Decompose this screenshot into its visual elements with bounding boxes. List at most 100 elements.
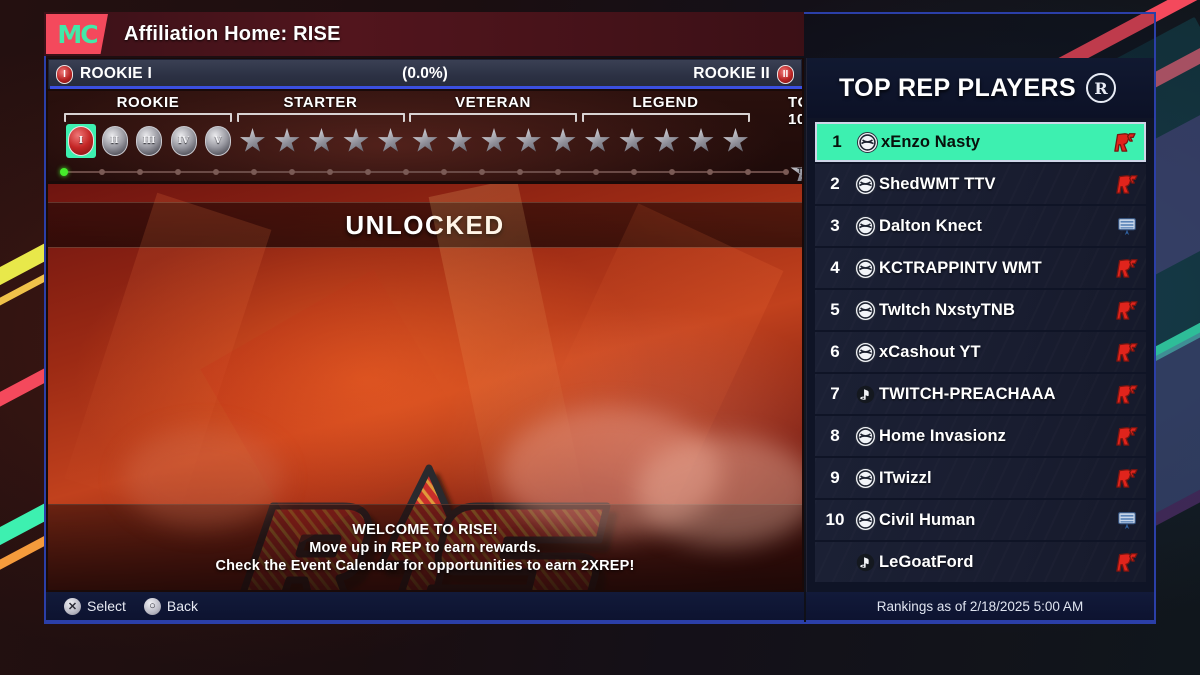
- rank-emblem-icon: [240, 128, 265, 152]
- tier-label-rookie: ROOKIE: [116, 94, 180, 111]
- player-affiliation-icon: [1114, 341, 1138, 363]
- xbox-icon: [857, 469, 874, 487]
- progress-dot: [783, 168, 789, 175]
- rank-badge-12[interactable]: [446, 125, 474, 157]
- player-affiliation-icon: [1114, 173, 1138, 195]
- rise-affiliation-icon: [1116, 175, 1138, 194]
- rank-badge-5[interactable]: V: [204, 125, 232, 157]
- progress-dot: [441, 168, 447, 175]
- top10-badge[interactable]: TOP10: [790, 157, 802, 181]
- xbox-icon: [857, 175, 874, 193]
- playstation-icon: [856, 385, 875, 403]
- leaderboard-row[interactable]: 6 xCashout YT: [815, 332, 1146, 372]
- progress-dot: [630, 168, 637, 175]
- rank-badge-16[interactable]: [584, 125, 612, 157]
- rank-badge-15[interactable]: [549, 125, 577, 157]
- rank-emblem-icon: [516, 128, 541, 152]
- rank-badge-10[interactable]: [377, 125, 405, 157]
- rank-badge-7[interactable]: [273, 125, 301, 157]
- progress-dot: [555, 168, 561, 175]
- leaderboard-row[interactable]: 5 TwItch NxstyTNB: [815, 290, 1146, 330]
- player-affiliation-icon: [1114, 467, 1138, 489]
- player-affiliation-icon: [1112, 131, 1136, 153]
- button-hint-label: Back: [166, 598, 199, 614]
- playstation-icon: [856, 553, 875, 571]
- leaderboard-row[interactable]: 10 Civil Human: [815, 500, 1146, 540]
- leaderboard-row[interactable]: 4 KCTRAPPINTV WMT: [815, 248, 1146, 288]
- player-name: Civil Human: [879, 510, 976, 529]
- xbox-icon: [855, 425, 876, 447]
- rank-badge-icon: [723, 126, 749, 156]
- leaderboard-panel: TOP REP PLAYERS R 1 xEnzo Nasty 2 ShedWMT T…: [806, 58, 1154, 592]
- rise-affiliation-icon: [1116, 469, 1138, 488]
- player-name: Home Invasionz: [879, 426, 1007, 445]
- rep-progress-percent: (0.0%): [402, 65, 448, 82]
- rank-badge-13[interactable]: [480, 125, 508, 157]
- rank-badge-4[interactable]: IV: [170, 125, 198, 157]
- xbox-icon: [857, 343, 874, 361]
- leaderboard-row[interactable]: 1 xEnzo Nasty: [815, 122, 1146, 162]
- rank-badge-icon: [585, 126, 611, 156]
- leaderboard-row[interactable]: LeGoatFord: [815, 542, 1146, 582]
- rank-badge-9[interactable]: [342, 125, 370, 157]
- welcome-line-1: WELCOME TO RISE!: [352, 521, 498, 538]
- progress-dot: [251, 168, 257, 175]
- xbox-icon: [855, 509, 876, 531]
- affiliation-hero-art: UNLOCKED WELCOME TO RISE! Move up in REP…: [48, 184, 802, 590]
- rank-emblem-icon: [550, 128, 576, 152]
- leaderboard-row[interactable]: 8 Home Invasionz: [815, 416, 1146, 456]
- top10-star-icon: TOP10: [790, 157, 802, 181]
- button-hint[interactable]: ✕ Select: [64, 597, 126, 615]
- rank-emblem-icon: [723, 128, 748, 152]
- leaderboard-title: TOP REP PLAYERS: [838, 73, 1077, 102]
- tier-label-starter: STARTER: [283, 94, 358, 111]
- player-affiliation-icon: [1114, 383, 1138, 405]
- xbox-icon: [857, 427, 874, 445]
- rise-affiliation-icon: [1116, 301, 1138, 320]
- progress-rail: [64, 170, 786, 173]
- player-name: Dalton Knect: [879, 216, 982, 235]
- leaderboard-row[interactable]: 7 TWITCH-PREACHAAA: [815, 374, 1146, 414]
- leaderboard-row[interactable]: 3 Dalton Knect: [815, 206, 1146, 246]
- rise-affiliation-icon: [1116, 427, 1138, 446]
- player-rank: 4: [830, 258, 840, 277]
- welcome-line-2: Move up in REP to earn rewards.: [309, 539, 541, 556]
- rank-badge-1[interactable]: I: [66, 124, 96, 158]
- player-rank: 7: [830, 384, 840, 403]
- rank-badge-icon: [481, 126, 507, 156]
- circle-button-icon: ○: [143, 597, 161, 615]
- rank-badge-11[interactable]: [411, 125, 439, 157]
- rank-badge-8[interactable]: [308, 125, 336, 157]
- player-rank: 9: [830, 468, 840, 487]
- tier-bracket: [236, 113, 405, 122]
- rank-badge-2[interactable]: II: [101, 125, 129, 157]
- xbox-icon: [855, 215, 876, 237]
- playstation-icon: [855, 552, 876, 573]
- leaderboard-row[interactable]: 9 ITwizzl: [815, 458, 1146, 498]
- rank-badge-18[interactable]: [653, 125, 681, 157]
- rankings-timestamp: Rankings as of 2/18/2025 5:00 AM: [876, 598, 1084, 614]
- rank-badge-icon: II: [101, 126, 128, 156]
- rank-badge-19[interactable]: [687, 125, 715, 157]
- player-rank: 1: [832, 132, 842, 151]
- rank-badge-icon: [274, 126, 300, 156]
- rep-badge-icon: R: [1086, 73, 1117, 103]
- player-affiliation-icon: [1116, 215, 1138, 237]
- rep-progress-bar: I ROOKIE I (0.0%) ROOKIE II II: [48, 59, 802, 89]
- player-name: xCashout YT: [879, 342, 981, 361]
- leaderboard-list[interactable]: 1 xEnzo Nasty 2 ShedWMT TTV 3 Dalton Knect 4 KC…: [807, 118, 1154, 582]
- leaderboard-row[interactable]: 2 ShedWMT TTV: [815, 164, 1146, 204]
- rankings-timestamp-bar: Rankings as of 2/18/2025 5:00 AM: [806, 592, 1154, 622]
- progress-dot: [403, 168, 409, 175]
- rank-badge-14[interactable]: [515, 125, 543, 157]
- player-rank: 6: [830, 342, 840, 361]
- rank-badge-6[interactable]: [239, 125, 267, 157]
- rank-badge-3[interactable]: III: [135, 125, 163, 157]
- affiliation-badge-icon: [1118, 218, 1136, 236]
- xbox-icon: [857, 259, 874, 277]
- rank-emblem-icon: [412, 128, 438, 152]
- rank-badge-20[interactable]: [722, 125, 750, 157]
- xbox-icon: [855, 467, 876, 489]
- rank-badge-17[interactable]: [618, 125, 646, 157]
- button-hint[interactable]: ○ Back: [143, 597, 199, 615]
